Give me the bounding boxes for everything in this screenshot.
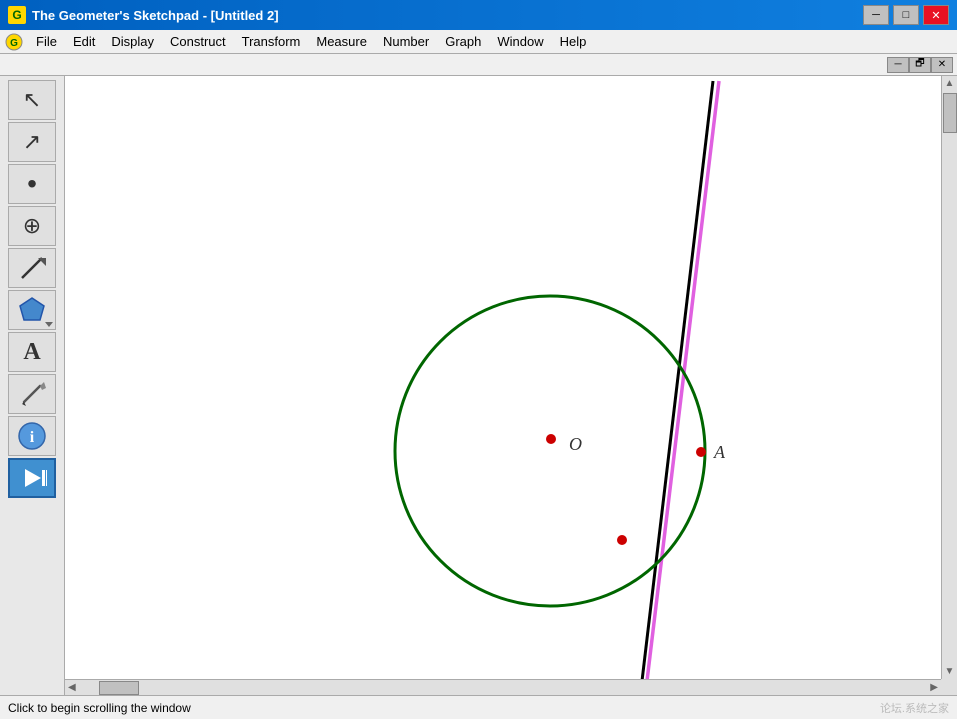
close-button[interactable]: ✕ — [923, 5, 949, 25]
menu-file[interactable]: File — [28, 32, 65, 51]
title-bar: G The Geometer's Sketchpad - [Untitled 2… — [0, 0, 957, 30]
compass-tool-button[interactable]: ⊕ — [8, 206, 56, 246]
menu-bar: G File Edit Display Construct Transform … — [0, 30, 957, 54]
circle — [395, 296, 705, 606]
toolbar: ↖ ↗ • ⊕ A — [0, 76, 65, 695]
maximize-button[interactable]: □ — [893, 5, 919, 25]
tangent-label: A — [713, 442, 726, 462]
svg-text:G: G — [10, 38, 18, 49]
canvas-area[interactable]: O A — [65, 76, 941, 679]
polygon-tool-button[interactable] — [8, 290, 56, 330]
status-bar: Click to begin scrolling the window 论坛.系… — [0, 695, 957, 719]
horizontal-scrollbar-thumb[interactable] — [99, 681, 139, 695]
tangent-line-black — [642, 81, 713, 679]
vertical-scrollbar-thumb[interactable] — [943, 93, 957, 133]
menu-edit[interactable]: Edit — [65, 32, 103, 51]
select-tool-button[interactable]: ↖ — [8, 80, 56, 120]
watermark: 论坛.系统之家 — [880, 700, 949, 716]
canvas-and-scroll: O A ▲ ▼ — [65, 76, 957, 679]
menu-help[interactable]: Help — [552, 32, 595, 51]
text-tool-button[interactable]: A — [8, 332, 56, 372]
line-tool-button[interactable] — [8, 248, 56, 288]
tangent-point — [696, 447, 706, 457]
animation-tool-button[interactable] — [8, 458, 56, 498]
app-icon: G — [8, 6, 26, 24]
title-bar-left: G The Geometer's Sketchpad - [Untitled 2… — [8, 6, 279, 24]
menu-app-icon: G — [4, 32, 24, 52]
vertical-scrollbar[interactable]: ▲ ▼ — [941, 76, 957, 679]
status-message: Click to begin scrolling the window — [8, 701, 191, 715]
sub-close-button[interactable]: ✕ — [931, 57, 953, 73]
canvas-wrapper: O A ▲ ▼ ◀ ▶ — [65, 76, 957, 695]
translate-tool-button[interactable]: ↗ — [8, 122, 56, 162]
scroll-corner — [941, 679, 957, 695]
menu-number[interactable]: Number — [375, 32, 437, 51]
sketch-svg: O A — [65, 76, 941, 679]
app-title: The Geometer's Sketchpad - [Untitled 2] — [32, 8, 279, 23]
main-container: ↖ ↗ • ⊕ A — [0, 76, 957, 695]
title-bar-buttons: ─ □ ✕ — [863, 5, 949, 25]
hscroll-row: ◀ ▶ — [65, 679, 957, 695]
menu-graph[interactable]: Graph — [437, 32, 489, 51]
sub-minimize-button[interactable]: ─ — [887, 57, 909, 73]
info-tool-button[interactable]: i — [8, 416, 56, 456]
horizontal-scrollbar[interactable]: ◀ ▶ — [65, 679, 941, 695]
menu-window[interactable]: Window — [489, 32, 551, 51]
sub-menu-bar: ─ 🗗 ✕ — [0, 54, 957, 76]
svg-text:i: i — [30, 429, 35, 446]
center-point — [546, 434, 556, 444]
menu-display[interactable]: Display — [103, 32, 162, 51]
bottom-point — [617, 535, 627, 545]
center-label: O — [569, 434, 582, 454]
menu-transform[interactable]: Transform — [234, 32, 309, 51]
pencil-tool-button[interactable] — [8, 374, 56, 414]
sub-restore-button[interactable]: 🗗 — [909, 57, 931, 73]
menu-construct[interactable]: Construct — [162, 32, 234, 51]
tangent-line-pink — [647, 81, 719, 679]
point-tool-button[interactable]: • — [8, 164, 56, 204]
minimize-button[interactable]: ─ — [863, 5, 889, 25]
menu-measure[interactable]: Measure — [308, 32, 375, 51]
